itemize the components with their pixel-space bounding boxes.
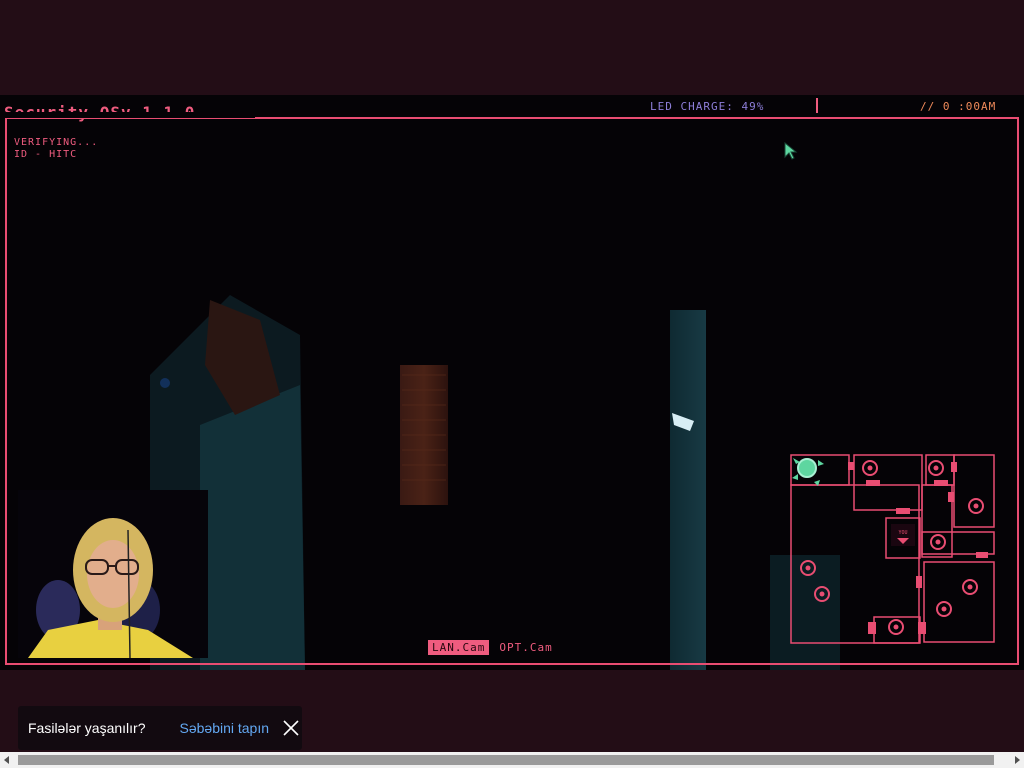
status-text: VERIFYING... ID - HITC [14, 137, 98, 161]
scroll-right-icon[interactable] [1015, 756, 1020, 764]
horizontal-scrollbar[interactable] [0, 752, 1024, 768]
toast-message: Fasilələr yaşanılır? [28, 720, 146, 736]
camera-tabs: LAN.Cam OPT.Cam [428, 640, 557, 655]
toast-find-reason-link[interactable]: Səbəbini tapın [180, 720, 270, 736]
map-you-label: YOU [898, 530, 907, 536]
scroll-thumb[interactable] [18, 755, 994, 765]
scroll-left-icon[interactable] [4, 756, 9, 764]
status-verifying: VERIFYING... [14, 137, 99, 148]
stutter-toast: Fasilələr yaşanılır? Səbəbini tapın [18, 706, 302, 750]
close-icon[interactable] [282, 719, 300, 737]
cursor-icon [784, 142, 798, 160]
led-divider [816, 98, 818, 113]
map-camera-nodes [800, 460, 984, 635]
status-id: ID - HITC [14, 149, 78, 160]
webcam-overlay [18, 490, 208, 658]
map-active-camera[interactable] [792, 458, 824, 486]
tab-lan-cam[interactable]: LAN.Cam [428, 640, 490, 655]
game-viewport[interactable]: Security.OSv 1.1.0 LED CHARGE: 49% // 0 … [0, 95, 1024, 670]
facility-map: YOU [790, 454, 995, 644]
clock: // 0 :00AM [920, 100, 997, 113]
led-charge: LED CHARGE: 49% [650, 100, 765, 113]
tab-opt-cam[interactable]: OPT.Cam [495, 640, 556, 655]
